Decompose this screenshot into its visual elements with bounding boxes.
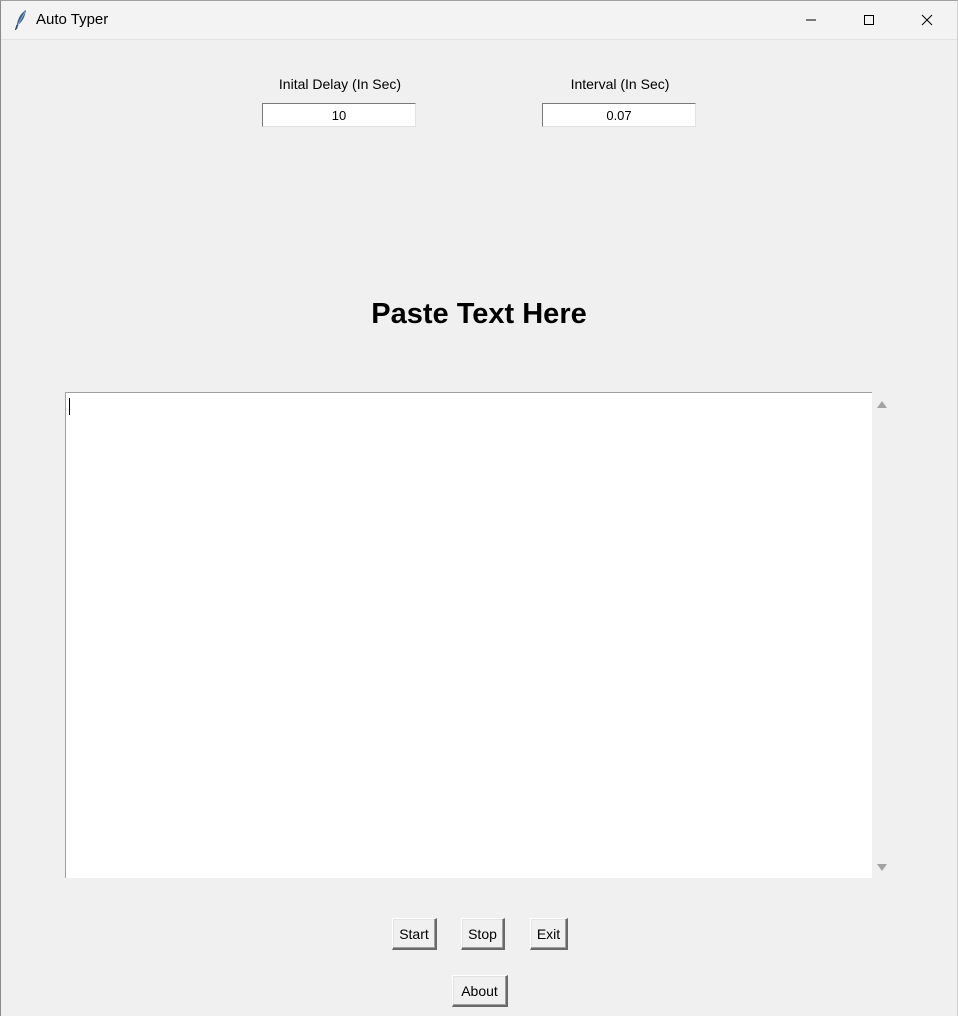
text-input-area[interactable] bbox=[65, 392, 872, 878]
text-cursor bbox=[69, 398, 70, 415]
close-button[interactable] bbox=[899, 1, 955, 39]
minimize-button[interactable] bbox=[783, 1, 839, 39]
interval-label: Interval (In Sec) bbox=[570, 76, 670, 92]
window-title: Auto Typer bbox=[36, 11, 109, 28]
maximize-icon bbox=[863, 11, 875, 30]
maximize-button[interactable] bbox=[841, 1, 897, 39]
exit-button[interactable]: Exit bbox=[530, 918, 568, 950]
vertical-scrollbar[interactable] bbox=[872, 393, 892, 878]
title-bar[interactable]: Auto Typer bbox=[1, 1, 957, 40]
initial-delay-label: Inital Delay (In Sec) bbox=[278, 76, 402, 92]
interval-input[interactable] bbox=[542, 103, 696, 127]
about-button[interactable]: About bbox=[452, 975, 508, 1007]
app-window: Auto Typer Inital Delay (In Sec) Interva… bbox=[0, 0, 958, 1016]
initial-delay-input[interactable] bbox=[262, 103, 416, 127]
close-icon bbox=[921, 11, 933, 30]
minimize-icon bbox=[805, 11, 817, 30]
start-button[interactable]: Start bbox=[392, 918, 437, 950]
scroll-up-arrow-icon[interactable] bbox=[877, 401, 887, 408]
paste-text-heading: Paste Text Here bbox=[371, 298, 587, 330]
scroll-down-arrow-icon[interactable] bbox=[877, 864, 887, 871]
stop-button[interactable]: Stop bbox=[461, 918, 505, 950]
feather-icon bbox=[13, 9, 29, 31]
